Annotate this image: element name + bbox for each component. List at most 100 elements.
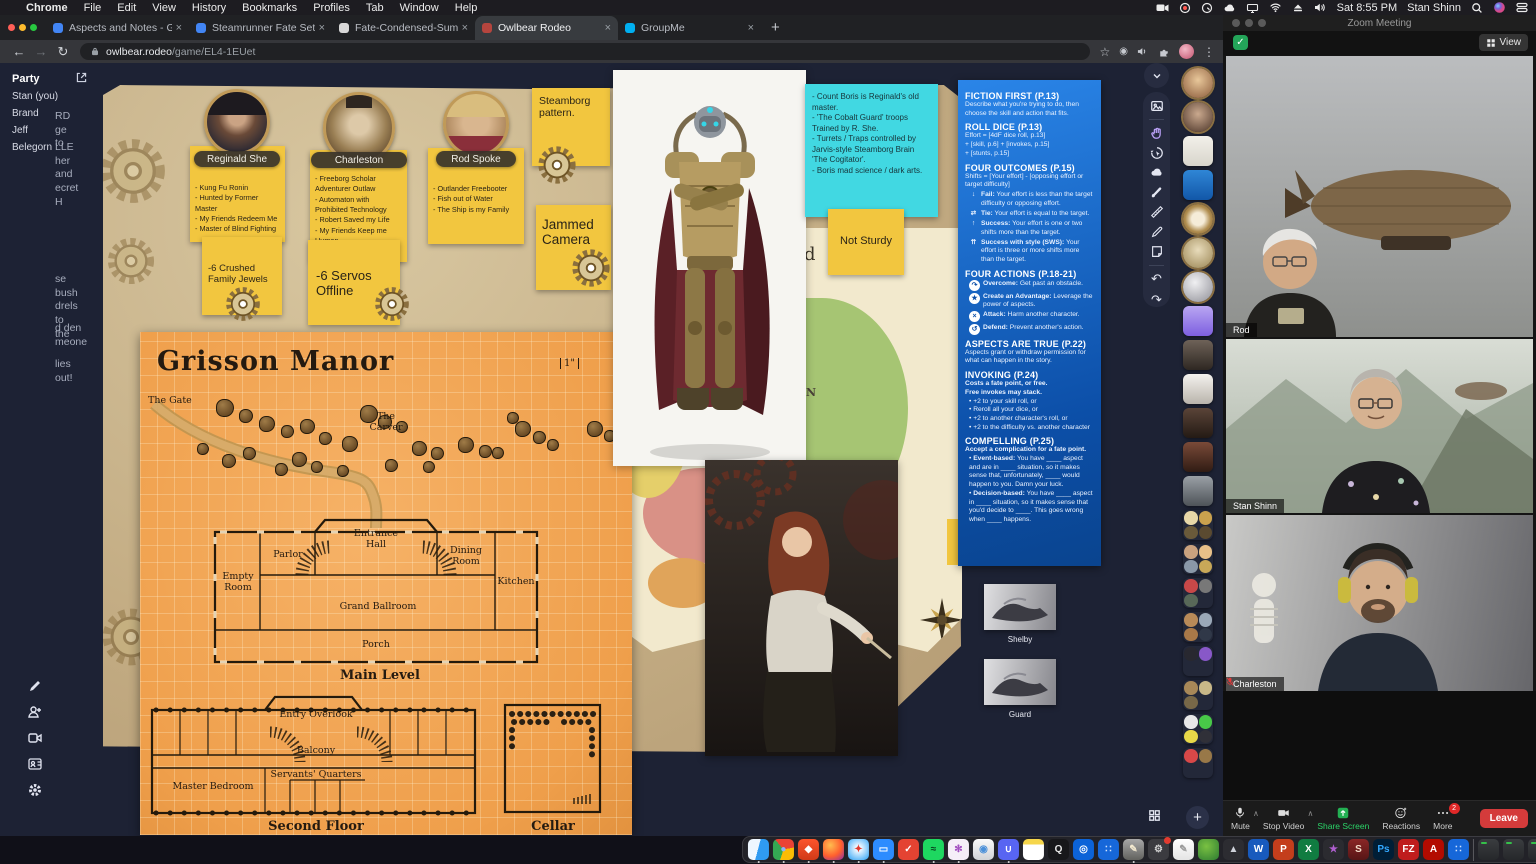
video-tile-rod[interactable]: Rod <box>1226 56 1533 337</box>
dock-app-icon[interactable]: ✦ <box>848 839 869 860</box>
token-thumbnail[interactable] <box>1183 306 1213 336</box>
brush-tool-icon[interactable] <box>1149 185 1164 199</box>
name-pill-rod-spoke[interactable]: Rod Spoke <box>436 151 516 167</box>
token-thumbnail[interactable] <box>1183 510 1213 540</box>
more-button[interactable]: 2 More <box>1433 806 1452 831</box>
dock-app-icon[interactable]: FZ <box>1398 839 1419 860</box>
dock-app-icon[interactable]: ∷ <box>1448 839 1469 860</box>
token-thumbnail[interactable] <box>1183 136 1213 166</box>
party-member[interactable]: Belegorn <box>12 142 100 153</box>
dock-app-icon[interactable]: Ps <box>1373 839 1394 860</box>
token-thumbnail[interactable] <box>1183 272 1213 302</box>
gear-token[interactable] <box>570 247 612 289</box>
dock-app-icon[interactable]: ⚙ <box>1148 839 1169 860</box>
name-pill-reginald[interactable]: Reginald She <box>194 151 280 167</box>
token-thumbnail[interactable] <box>1183 476 1213 506</box>
dock-app-icon[interactable]: ✓ <box>898 839 919 860</box>
volume-icon[interactable] <box>1314 2 1327 13</box>
menu-user[interactable]: Stan Shinn <box>1407 2 1461 14</box>
dock-app-icon[interactable] <box>823 839 844 860</box>
contact-card-icon[interactable] <box>27 756 43 772</box>
expand-panel-icon[interactable] <box>75 71 88 89</box>
video-icon[interactable] <box>27 730 43 746</box>
dock-app-icon[interactable] <box>1198 839 1219 860</box>
party-member[interactable]: Brand <box>12 108 100 119</box>
zoom-zoom-button[interactable] <box>1258 19 1266 27</box>
display-icon[interactable] <box>1246 2 1259 14</box>
menu-item[interactable]: Tab <box>366 2 384 14</box>
add-token-button[interactable]: + <box>1186 806 1209 829</box>
dock-app-icon[interactable]: P <box>1273 839 1294 860</box>
dock-app-icon[interactable]: ∪ <box>998 839 1019 860</box>
window-close-button[interactable] <box>8 24 15 31</box>
dock-app-icon[interactable]: A <box>1423 839 1444 860</box>
token-guard[interactable] <box>984 659 1056 705</box>
leave-button[interactable]: Leave <box>1480 809 1528 828</box>
video-tile-stan-shinn[interactable]: Stan Shinn <box>1226 339 1533 513</box>
sticky-not-sturdy[interactable]: Not Sturdy <box>828 209 904 275</box>
token-thumbnail[interactable] <box>1183 748 1213 778</box>
screen-share-icon[interactable] <box>1156 2 1169 14</box>
browser-tab[interactable]: Steamrunner Fate Setting - Go × <box>189 16 332 40</box>
dock-app-icon[interactable]: ◎ <box>1073 839 1094 860</box>
wifi-icon[interactable] <box>1269 2 1282 13</box>
bookmark-star-icon[interactable]: ☆ <box>1100 45 1111 59</box>
token-thumbnail[interactable] <box>1183 646 1213 676</box>
add-user-icon[interactable] <box>27 704 43 720</box>
dock-app-icon[interactable]: ● <box>773 839 794 860</box>
measure-ruler-tool-icon[interactable] <box>1149 205 1164 219</box>
dock-app-icon[interactable]: ▭ <box>873 839 894 860</box>
name-pill-charleston[interactable]: Charleston <box>311 152 407 168</box>
spiral-app-icon[interactable] <box>1201 2 1213 14</box>
draw-pencil-icon[interactable] <box>27 678 43 694</box>
screen-record-icon[interactable] <box>1179 2 1191 14</box>
reactions-button[interactable]: Reactions <box>1382 806 1420 831</box>
token-thumbnail[interactable] <box>1183 102 1213 132</box>
token-thumbnail[interactable] <box>1183 612 1213 642</box>
woman-art-token[interactable] <box>705 460 898 756</box>
gear-token[interactable] <box>536 144 578 186</box>
menu-item[interactable]: History <box>192 2 226 14</box>
new-tab-button[interactable]: + <box>771 19 780 40</box>
dock-app-icon[interactable]: Q <box>1048 839 1069 860</box>
spotlight-search-icon[interactable] <box>1471 2 1483 14</box>
dock-app-icon[interactable] <box>1023 839 1044 860</box>
media-route-icon[interactable]: ◉ <box>1119 46 1128 57</box>
dock-app-icon[interactable]: ✎ <box>1173 839 1194 860</box>
menu-item[interactable]: Profiles <box>313 2 350 14</box>
chrome-menu-icon[interactable]: ⋮ <box>1203 45 1215 59</box>
encryption-shield-icon[interactable]: ✓ <box>1233 35 1248 50</box>
dock-app-icon[interactable]: S <box>1348 839 1369 860</box>
tab-close-icon[interactable]: × <box>605 22 611 34</box>
sticky-count-boris-notes[interactable]: - Count Boris is Reginald's old master. … <box>805 84 938 217</box>
dock-app-icon[interactable] <box>1478 839 1499 860</box>
undo-icon[interactable]: ↶ <box>1149 272 1164 287</box>
party-member[interactable]: Stan (you) <box>12 91 100 102</box>
grid-toggle-icon[interactable] <box>1147 808 1162 828</box>
dock-app-icon[interactable]: ✻ <box>948 839 969 860</box>
dock-app-icon[interactable]: ★ <box>1323 839 1344 860</box>
menu-item[interactable]: Window <box>400 2 439 14</box>
dock-app-icon[interactable] <box>1528 839 1536 860</box>
fog-cloud-tool-icon[interactable] <box>1149 165 1164 179</box>
tab-close-icon[interactable]: × <box>462 22 468 34</box>
token-thumbnail[interactable] <box>1183 374 1213 404</box>
mute-button[interactable]: ∧Mute <box>1231 806 1250 831</box>
token-thumbnail[interactable] <box>1183 544 1213 574</box>
menu-item[interactable]: Edit <box>117 2 136 14</box>
token-thumbnail[interactable] <box>1183 204 1213 234</box>
pen-tool-icon[interactable] <box>1149 225 1164 239</box>
zoom-close-button[interactable] <box>1232 19 1240 27</box>
browser-tab[interactable]: Aspects and Notes - Google D × <box>46 16 189 40</box>
dock-app-icon[interactable]: W <box>1248 839 1269 860</box>
select-rotate-tool-icon[interactable] <box>1149 145 1164 159</box>
portrait-reginald-she[interactable] <box>204 89 270 155</box>
extensions-puzzle-icon[interactable] <box>1158 46 1170 58</box>
window-zoom-button[interactable] <box>30 24 37 31</box>
redo-icon[interactable]: ↷ <box>1149 292 1164 307</box>
menu-item[interactable]: View <box>152 2 176 14</box>
dock-app-icon[interactable] <box>1503 839 1524 860</box>
siri-icon[interactable] <box>1493 1 1506 14</box>
dock-app-icon[interactable]: ✎ <box>1123 839 1144 860</box>
dock-app-icon[interactable]: ◉ <box>973 839 994 860</box>
